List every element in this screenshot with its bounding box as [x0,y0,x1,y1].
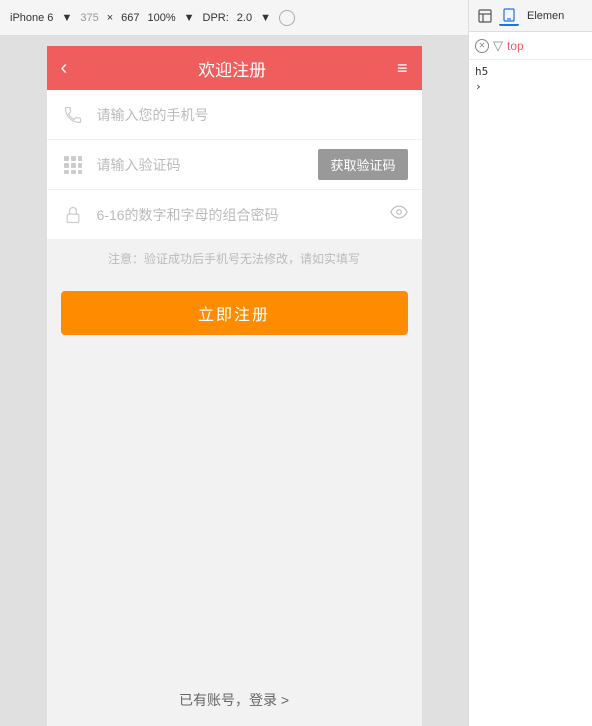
zoom-dropdown[interactable]: ▼ [184,12,195,24]
funnel-icon[interactable]: ▽ [493,38,503,54]
phone-field-row [47,90,422,140]
tree-h5[interactable]: h5 [475,64,586,79]
elements-tree: h5 › [469,60,592,98]
dpr-dropdown[interactable]: ▼ [260,12,271,24]
browser-left-panel: iPhone 6 ▼ 375 × 667 100% ▼ DPR: 2.0 ▼ ‹… [0,0,468,726]
get-sms-button[interactable]: 获取验证码 [318,149,407,180]
page-title: 欢迎注册 [198,56,266,81]
h5-tag: h5 [475,65,488,78]
login-link[interactable]: 已有账号，登录 > [179,692,289,708]
lock-icon [61,203,85,227]
device-name[interactable]: iPhone 6 [10,12,53,24]
block-icon[interactable]: ✕ [475,39,489,53]
dpr-value: 2.0 [237,12,252,24]
filter-bar: ✕ ▽ top [469,32,592,60]
phone-icon [61,103,85,127]
mobile-app: ‹ 欢迎注册 ≡ [47,46,422,726]
app-header: ‹ 欢迎注册 ≡ [47,46,422,90]
mobile-frame: ‹ 欢迎注册 ≡ [0,36,468,726]
password-input[interactable] [97,207,378,223]
password-field-row [47,190,422,240]
filter-value: top [507,39,524,53]
back-button[interactable]: ‹ [61,57,68,80]
registration-form: 获取验证码 [47,90,422,240]
empty-space [47,349,422,674]
times-icon: × [107,12,113,24]
dropdown-icon[interactable]: ▼ [61,12,72,24]
devtools-panel: Elemen ✕ ▽ top h5 › [468,0,592,726]
login-link-area: 已有账号，登录 > [47,674,422,726]
register-button-wrapper: 立即注册 [47,277,422,349]
sms-field-row: 获取验证码 [47,140,422,190]
grid-icon [61,153,85,177]
elements-panel-label: Elemen [523,10,568,22]
notice-area: 注意：验证成功后手机号无法修改，请如实填写 [47,240,422,277]
device-toolbar: iPhone 6 ▼ 375 × 667 100% ▼ DPR: 2.0 ▼ [0,0,468,36]
tree-arrow[interactable]: › [475,79,586,94]
zoom-value[interactable]: 100% [147,12,175,24]
notice-text: 注意：验证成功后手机号无法修改，请如实填写 [61,250,408,267]
eye-icon[interactable] [390,203,408,226]
devtools-tabs: Elemen [469,0,592,32]
height-value: 667 [121,12,139,24]
expand-arrow[interactable]: › [475,80,482,93]
sms-input[interactable] [97,157,307,173]
phone-input[interactable] [97,107,408,123]
dpr-label: DPR: [203,12,229,24]
separator1: 375 [80,12,98,24]
device-tab-icon[interactable] [499,6,519,26]
elements-tab-icon[interactable] [475,6,495,26]
register-button[interactable]: 立即注册 [61,291,408,335]
menu-button[interactable]: ≡ [397,58,408,79]
rotate-icon[interactable] [279,10,295,26]
